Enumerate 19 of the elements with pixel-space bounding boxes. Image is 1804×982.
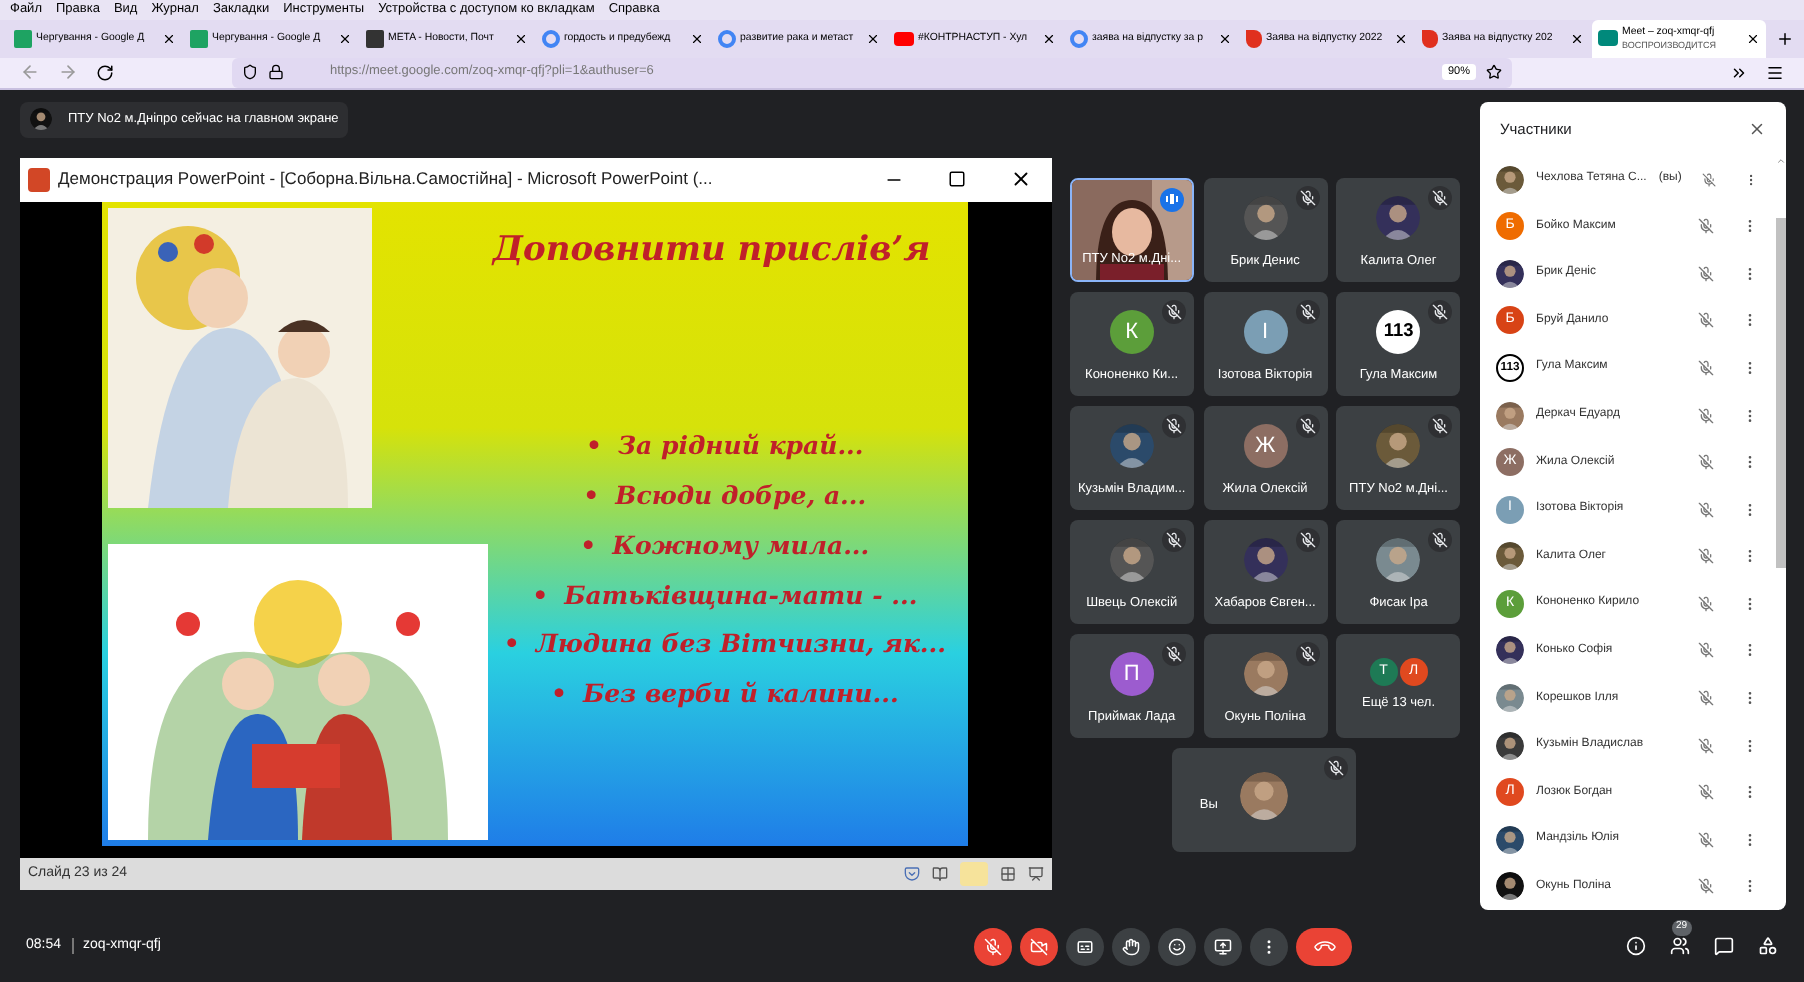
bullet-mark: • — [532, 577, 549, 613]
bullet-mark: • — [550, 676, 567, 712]
window-title: Демонстрация PowerPoint - [Соборна.Вільна.Самостійна] - Microsoft PowerPoint (... — [58, 166, 715, 193]
bullet-mark: • — [580, 527, 597, 564]
avatar: І — [1243, 309, 1288, 354]
bullet-item: Всюди добре, а... — [615, 478, 867, 514]
bullet-item: За рідний край... — [618, 428, 864, 465]
bullet-item: Кожному мила... — [612, 527, 870, 564]
bullet-item: Батьківщина-мати - ... — [564, 577, 918, 614]
slide-title: Доповнити прислів’я — [492, 227, 931, 274]
bullet-mark: • — [586, 428, 603, 465]
avatar: 113 — [1376, 309, 1421, 354]
avatar: Ж — [1243, 423, 1288, 468]
avatar: П — [1109, 651, 1154, 696]
bullet-mark: • — [503, 626, 520, 663]
avatar: К — [1109, 309, 1154, 354]
bullet-mark: • — [583, 478, 600, 514]
bullet-item: Людина без Вітчизни, як... — [535, 626, 946, 663]
bullet-item: Без верби й калини... — [582, 676, 899, 712]
